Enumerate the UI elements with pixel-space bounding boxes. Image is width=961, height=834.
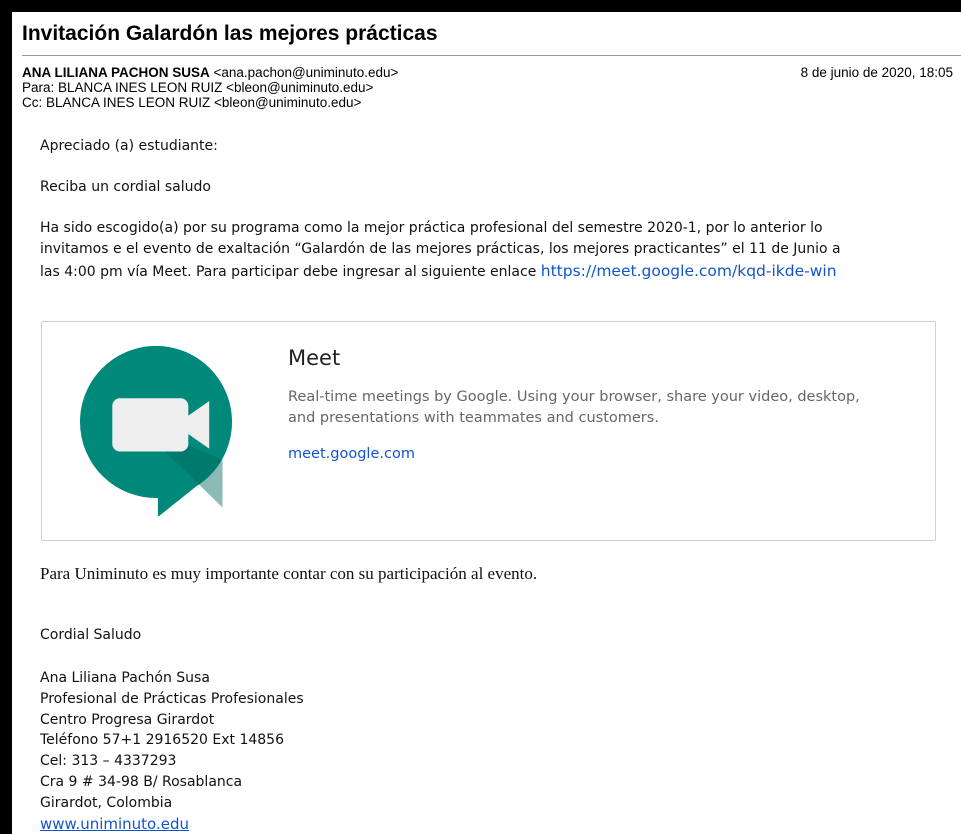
to-line: Para: BLANCA INES LEON RUIZ <bleon@unimi… [22, 80, 374, 95]
signature-cel: Cel: 313 – 4337293 [40, 753, 177, 770]
header-divider [22, 55, 961, 56]
greeting-text: Apreciado (a) estudiante: [40, 138, 218, 154]
closing-text: Cordial Saludo [40, 627, 142, 643]
sender-email: <ana.pachon@uniminuto.edu> [213, 65, 399, 80]
cc-line: Cc: BLANCA INES LEON RUIZ <bleon@uniminu… [22, 95, 362, 110]
email-printout: Invitación Galardón las mejores práctica… [12, 12, 961, 834]
signature-website-link[interactable]: www.uniminuto.edu [40, 814, 304, 834]
signature-name: Ana Liliana Pachón Susa [40, 670, 210, 686]
meet-link-preview-card[interactable]: Meet Real-time meetings by Google. Using… [41, 321, 936, 541]
signature-center: Centro Progresa Girardot [40, 711, 215, 728]
signature-address: Cra 9 # 34-98 B/ Rosablanca [40, 773, 243, 790]
sender-line: ANA LILIANA PACHON SUSA <ana.pachon@unim… [22, 65, 398, 80]
signature-block: Ana Liliana Pachón Susa Profesional de P… [40, 668, 304, 834]
card-title: Meet [288, 346, 341, 370]
paragraph-line-1: Ha sido escogido(a) por su programa como… [40, 220, 823, 236]
paragraph-line-3: las 4:00 pm vía Meet. Para participar de… [40, 262, 837, 280]
meet-invite-link[interactable]: https://meet.google.com/kqd-ikde-win [541, 262, 837, 280]
card-url-link[interactable]: meet.google.com [288, 446, 415, 462]
sender-name: ANA LILIANA PACHON SUSA [22, 65, 210, 80]
salutation-text: Reciba un cordial saludo [40, 179, 211, 195]
signature-role: Profesional de Prácticas Profesionales [40, 690, 304, 707]
paragraph-line-3-text: las 4:00 pm vía Meet. Para participar de… [40, 264, 541, 280]
signature-city: Girardot, Colombia [40, 794, 173, 811]
importance-text: Para Uniminuto es muy importante contar … [40, 564, 538, 583]
email-date: 8 de junio de 2020, 18:05 [800, 65, 953, 80]
email-subject: Invitación Galardón las mejores práctica… [22, 22, 438, 45]
card-description: Real-time meetings by Google. Using your… [288, 389, 860, 426]
paragraph-line-2: invitamos e el evento de exaltación “Gal… [40, 241, 841, 257]
google-meet-logo-icon [80, 346, 232, 516]
signature-phone: Teléfono 57+1 2916520 Ext 14856 [40, 732, 284, 749]
